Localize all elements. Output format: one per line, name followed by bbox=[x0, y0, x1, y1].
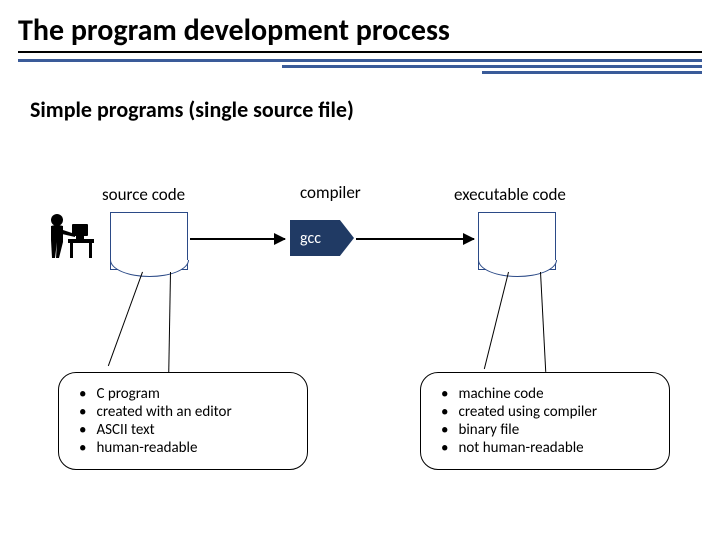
list-item: machine code bbox=[441, 385, 659, 403]
executable-file-icon bbox=[478, 212, 556, 270]
list-item: created using compiler bbox=[441, 403, 659, 421]
slide-title: The program development process bbox=[18, 12, 702, 53]
list-item: human-readable bbox=[79, 439, 297, 457]
source-file-icon bbox=[110, 212, 188, 270]
callout-leader bbox=[540, 272, 546, 372]
callout-leader bbox=[484, 272, 509, 369]
label-executable-code: executable code bbox=[454, 184, 566, 205]
callout-source-code: C program created with an editor ASCII t… bbox=[58, 372, 308, 470]
callout-leader bbox=[108, 272, 143, 366]
list-item: created with an editor bbox=[79, 403, 297, 421]
slide-subtitle: Simple programs (single source file) bbox=[30, 96, 720, 123]
title-underline-decor bbox=[18, 59, 702, 74]
compiler-box: gcc bbox=[290, 220, 354, 256]
arrow-compiler-to-executable bbox=[356, 238, 474, 240]
label-source-code: source code bbox=[102, 184, 185, 205]
label-compiler: compiler bbox=[300, 182, 361, 203]
person-at-computer-icon bbox=[42, 210, 97, 260]
list-item: C program bbox=[79, 385, 297, 403]
list-item: not human-readable bbox=[441, 439, 659, 457]
arrow-source-to-compiler bbox=[190, 238, 285, 240]
list-item: binary file bbox=[441, 421, 659, 439]
callout-leader bbox=[168, 272, 171, 372]
list-item: ASCII text bbox=[79, 421, 297, 439]
diagram-stage: source code compiler executable code gcc… bbox=[0, 140, 720, 520]
callout-executable-code: machine code created using compiler bina… bbox=[420, 372, 670, 470]
